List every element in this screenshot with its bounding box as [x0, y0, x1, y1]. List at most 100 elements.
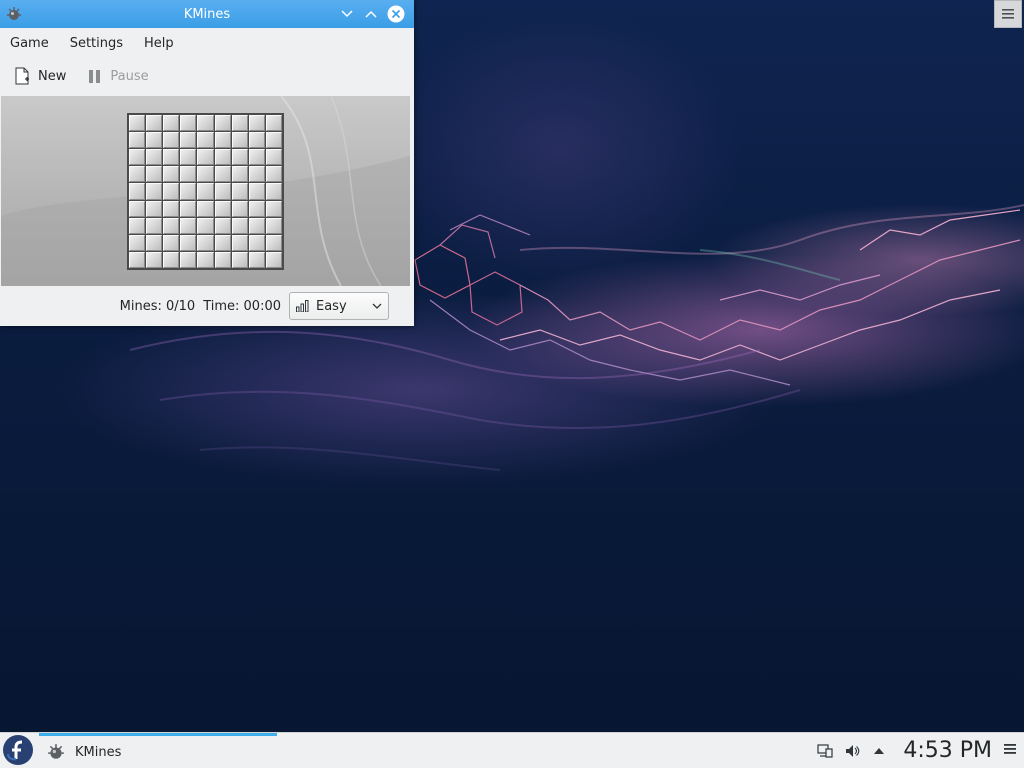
mine-cell[interactable]: [163, 251, 180, 268]
desktop-toolbox-button[interactable]: [994, 0, 1022, 28]
mine-cell[interactable]: [231, 115, 248, 132]
mine-cell[interactable]: [180, 200, 197, 217]
mine-cell[interactable]: [163, 115, 180, 132]
mine-cell[interactable]: [197, 200, 214, 217]
mine-cell[interactable]: [180, 132, 197, 149]
mine-cell[interactable]: [129, 183, 146, 200]
mine-cell[interactable]: [197, 149, 214, 166]
mine-cell[interactable]: [146, 234, 163, 251]
mine-cell[interactable]: [248, 149, 265, 166]
close-button[interactable]: [386, 4, 406, 24]
mine-cell[interactable]: [248, 217, 265, 234]
network-tray-button[interactable]: [816, 742, 834, 760]
mine-cell[interactable]: [163, 183, 180, 200]
mine-cell[interactable]: [163, 149, 180, 166]
mine-cell[interactable]: [265, 251, 282, 268]
maximize-button[interactable]: [361, 4, 381, 24]
mine-cell[interactable]: [129, 234, 146, 251]
menu-settings[interactable]: Settings: [70, 36, 123, 51]
mine-cell[interactable]: [214, 234, 231, 251]
mine-cell[interactable]: [248, 183, 265, 200]
mine-cell[interactable]: [265, 115, 282, 132]
mine-cell[interactable]: [146, 200, 163, 217]
mine-cell[interactable]: [231, 251, 248, 268]
mine-cell[interactable]: [129, 251, 146, 268]
menu-help[interactable]: Help: [144, 36, 174, 51]
menu-game[interactable]: Game: [10, 36, 49, 51]
mine-cell[interactable]: [146, 166, 163, 183]
mine-cell[interactable]: [197, 132, 214, 149]
mine-cell[interactable]: [180, 149, 197, 166]
mine-cell[interactable]: [180, 183, 197, 200]
mine-cell[interactable]: [265, 183, 282, 200]
mine-cell[interactable]: [214, 217, 231, 234]
mine-cell[interactable]: [214, 149, 231, 166]
mine-cell[interactable]: [265, 166, 282, 183]
mine-cell[interactable]: [129, 132, 146, 149]
mine-cell[interactable]: [146, 183, 163, 200]
mine-cell[interactable]: [129, 115, 146, 132]
mine-cell[interactable]: [146, 149, 163, 166]
mine-cell[interactable]: [197, 115, 214, 132]
mine-cell[interactable]: [265, 200, 282, 217]
minimize-button[interactable]: [337, 4, 357, 24]
mine-cell[interactable]: [231, 166, 248, 183]
taskbar-entry-kmines[interactable]: KMines: [39, 733, 277, 768]
mine-cell[interactable]: [248, 200, 265, 217]
mine-cell[interactable]: [129, 149, 146, 166]
mine-cell[interactable]: [180, 251, 197, 268]
volume-tray-button[interactable]: [843, 742, 861, 760]
mine-cell[interactable]: [248, 132, 265, 149]
mine-cell[interactable]: [265, 149, 282, 166]
mine-cell[interactable]: [180, 166, 197, 183]
mine-cell[interactable]: [129, 166, 146, 183]
mine-cell[interactable]: [248, 234, 265, 251]
mine-cell[interactable]: [163, 166, 180, 183]
mine-cell[interactable]: [146, 251, 163, 268]
mine-cell[interactable]: [265, 234, 282, 251]
pause-button[interactable]: Pause: [88, 69, 149, 84]
title-bar[interactable]: KMines: [0, 0, 414, 28]
mine-cell[interactable]: [146, 217, 163, 234]
mine-cell[interactable]: [197, 217, 214, 234]
mine-cell[interactable]: [214, 115, 231, 132]
mine-cell[interactable]: [197, 183, 214, 200]
tray-expand-button[interactable]: [870, 742, 888, 760]
mine-cell[interactable]: [146, 132, 163, 149]
fedora-icon[interactable]: [2, 734, 34, 766]
mine-cell[interactable]: [231, 200, 248, 217]
mine-cell[interactable]: [197, 251, 214, 268]
kmines-icon[interactable]: [6, 6, 22, 22]
mine-cell[interactable]: [197, 234, 214, 251]
mine-cell[interactable]: [231, 149, 248, 166]
mine-cell[interactable]: [231, 183, 248, 200]
mine-cell[interactable]: [180, 115, 197, 132]
mine-cell[interactable]: [163, 234, 180, 251]
mine-cell[interactable]: [214, 200, 231, 217]
mine-cell[interactable]: [248, 166, 265, 183]
mine-cell[interactable]: [129, 200, 146, 217]
mine-cell[interactable]: [163, 132, 180, 149]
mine-cell[interactable]: [146, 115, 163, 132]
mine-cell[interactable]: [231, 234, 248, 251]
mine-cell[interactable]: [214, 183, 231, 200]
mine-cell[interactable]: [265, 217, 282, 234]
mine-cell[interactable]: [180, 234, 197, 251]
mine-cell[interactable]: [129, 217, 146, 234]
mine-cell[interactable]: [231, 217, 248, 234]
mine-cell[interactable]: [214, 166, 231, 183]
mine-cell[interactable]: [197, 166, 214, 183]
mine-cell[interactable]: [214, 132, 231, 149]
mine-cell[interactable]: [163, 200, 180, 217]
mine-cell[interactable]: [214, 251, 231, 268]
panel-options-button[interactable]: [1004, 743, 1016, 759]
new-game-button[interactable]: New: [14, 67, 66, 85]
difficulty-select[interactable]: Easy: [289, 292, 389, 320]
mine-cell[interactable]: [265, 132, 282, 149]
mine-cell[interactable]: [248, 251, 265, 268]
mine-cell[interactable]: [163, 217, 180, 234]
mine-cell[interactable]: [231, 132, 248, 149]
mine-cell[interactable]: [180, 217, 197, 234]
mine-cell[interactable]: [248, 115, 265, 132]
clock[interactable]: 4:53 PM: [903, 738, 992, 763]
